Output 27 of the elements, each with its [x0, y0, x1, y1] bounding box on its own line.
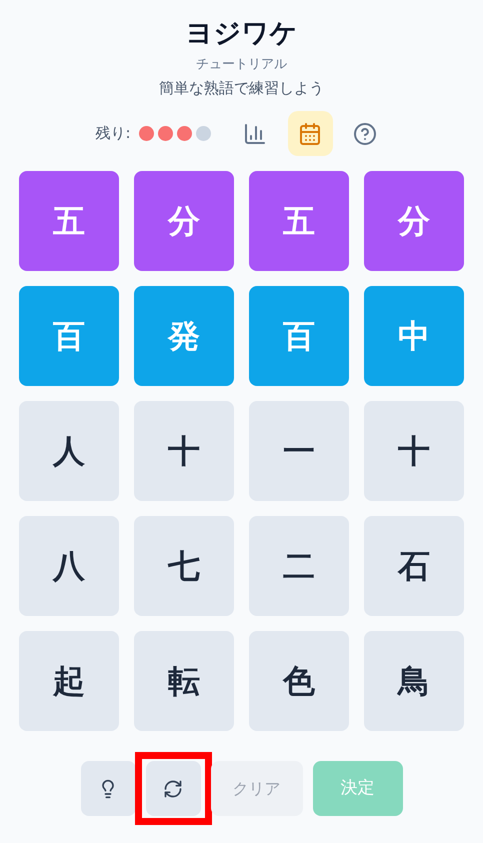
kanji-tile[interactable]: 五 — [249, 171, 349, 271]
kanji-tile[interactable]: 八 — [19, 516, 119, 616]
hint-button[interactable] — [80, 761, 136, 816]
kanji-tile[interactable]: 七 — [134, 516, 234, 616]
calendar-button[interactable] — [288, 111, 333, 156]
kanji-tile[interactable]: 五 — [19, 171, 119, 271]
lives-label: 残り: — [95, 123, 131, 144]
kanji-tile[interactable]: 起 — [19, 631, 119, 731]
help-icon — [353, 122, 378, 146]
kanji-tile[interactable]: 分 — [134, 171, 234, 271]
kanji-tile[interactable]: 二 — [249, 516, 349, 616]
calendar-icon — [298, 122, 322, 146]
kanji-tile[interactable]: 一 — [249, 401, 349, 501]
kanji-tile[interactable]: 石 — [364, 516, 464, 616]
kanji-tile[interactable]: 十 — [364, 401, 464, 501]
mode-label: チュートリアル — [196, 56, 287, 74]
app-title: ヨジワケ — [186, 17, 298, 51]
kanji-tile[interactable]: 分 — [364, 171, 464, 271]
shuffle-button[interactable] — [146, 761, 200, 816]
bar-chart-icon — [243, 122, 268, 146]
description: 簡単な熟語で練習しよう — [159, 78, 324, 99]
kanji-tile[interactable]: 十 — [134, 401, 234, 501]
refresh-icon — [163, 778, 183, 798]
kanji-tile[interactable]: 色 — [249, 631, 349, 731]
kanji-tile[interactable]: 鳥 — [364, 631, 464, 731]
kanji-tile[interactable]: 人 — [19, 401, 119, 501]
kanji-tile[interactable]: 転 — [134, 631, 234, 731]
